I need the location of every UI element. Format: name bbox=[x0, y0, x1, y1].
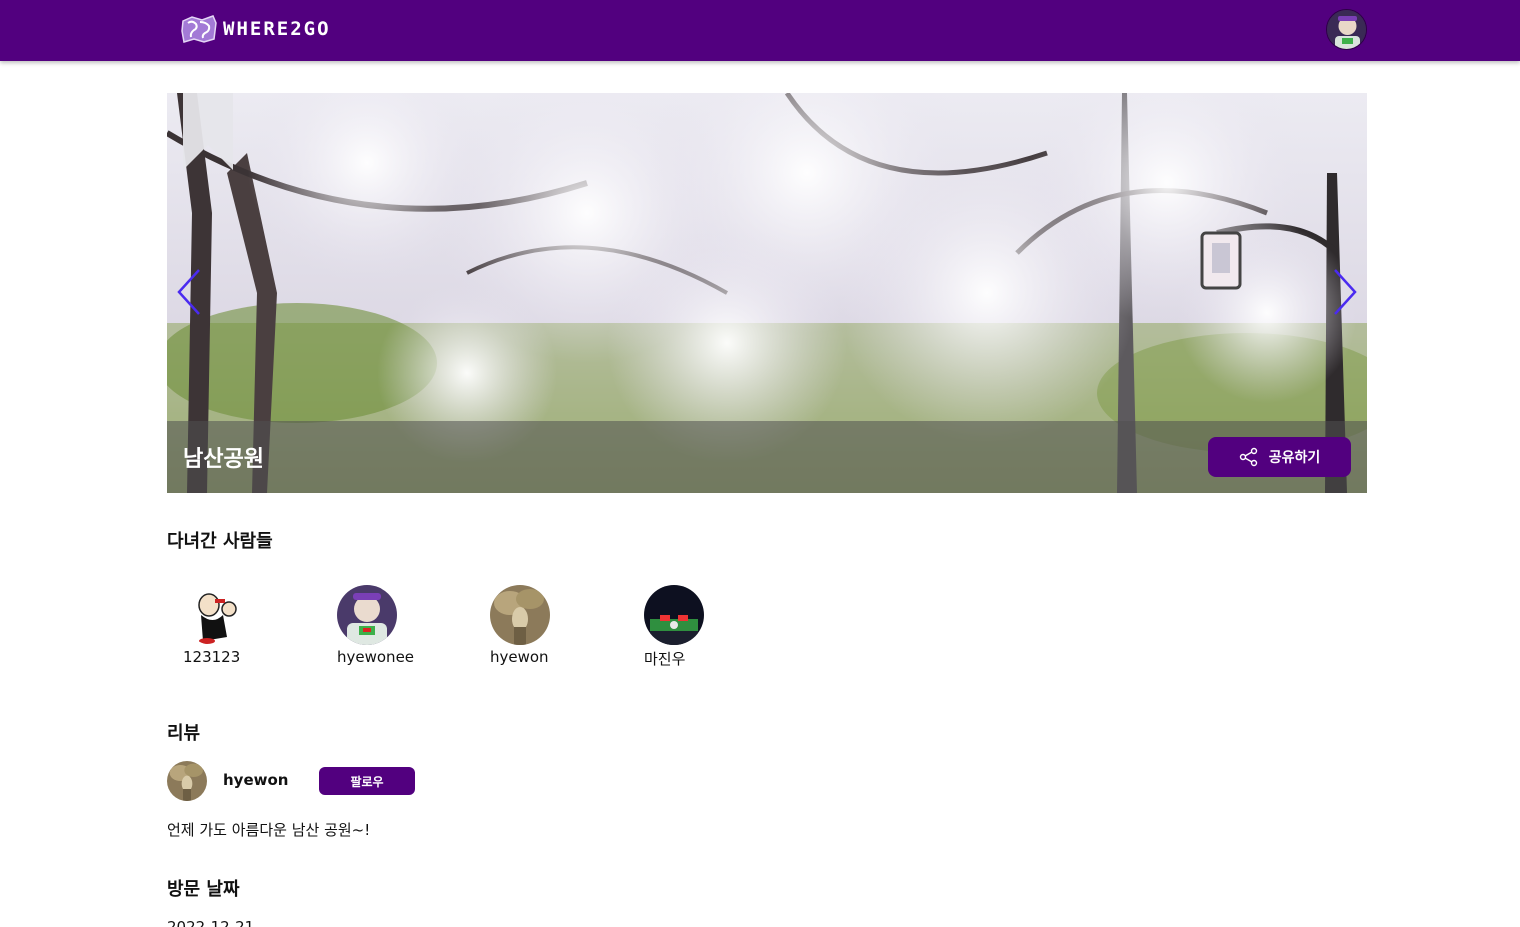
visitor-item[interactable]: 마진우 bbox=[628, 585, 748, 675]
avatar bbox=[337, 585, 397, 645]
place-title: 남산공원 bbox=[183, 447, 264, 472]
place-image-carousel[interactable]: 남산공원 공유하기 bbox=[167, 93, 1367, 493]
chevron-right-icon bbox=[1334, 269, 1357, 315]
review-heading: 리뷰 bbox=[167, 723, 201, 744]
visit-date: 2022-12-21 bbox=[167, 918, 255, 927]
avatar bbox=[644, 585, 704, 645]
visitor-item[interactable]: hyewonee bbox=[321, 585, 441, 675]
avatar bbox=[183, 585, 243, 645]
avatar bbox=[490, 585, 550, 645]
bookmark-icon[interactable] bbox=[183, 93, 233, 170]
visitor-list: 123123 hyewonee hyewon 마진우 bbox=[167, 585, 867, 675]
visitor-item[interactable]: 123123 bbox=[167, 585, 287, 675]
visitor-name: hyewon bbox=[490, 648, 549, 666]
visitor-name: 123123 bbox=[183, 648, 241, 666]
share-button-label: 공유하기 bbox=[1268, 450, 1321, 466]
visitor-name: 마진우 bbox=[644, 650, 686, 668]
visit-date-heading: 방문 날짜 bbox=[167, 879, 240, 900]
profile-avatar[interactable] bbox=[1326, 9, 1367, 50]
carousel-next-button[interactable] bbox=[1329, 267, 1359, 317]
logo[interactable]: WHERE2GO bbox=[180, 13, 331, 45]
top-navbar: WHERE2GO bbox=[0, 0, 1520, 61]
logo-text: WHERE2GO bbox=[223, 18, 331, 40]
avatar[interactable] bbox=[167, 761, 207, 801]
share-button[interactable]: 공유하기 bbox=[1208, 437, 1351, 477]
visitor-item[interactable]: hyewon bbox=[474, 585, 594, 675]
world-map-icon bbox=[180, 13, 218, 45]
review-author-name[interactable]: hyewon bbox=[223, 771, 288, 789]
hero-caption-bar: 남산공원 공유하기 bbox=[167, 421, 1367, 493]
review-author: hyewon 팔로우 bbox=[167, 761, 427, 801]
visitors-heading: 다녀간 사람들 bbox=[167, 531, 273, 552]
chevron-left-icon bbox=[177, 269, 200, 315]
share-icon bbox=[1239, 447, 1257, 467]
follow-button[interactable]: 팔로우 bbox=[319, 767, 415, 795]
visitor-name: hyewonee bbox=[337, 648, 415, 666]
carousel-prev-button[interactable] bbox=[175, 267, 205, 317]
review-text: 언제 가도 아름다운 남산 공원~! bbox=[167, 821, 371, 839]
